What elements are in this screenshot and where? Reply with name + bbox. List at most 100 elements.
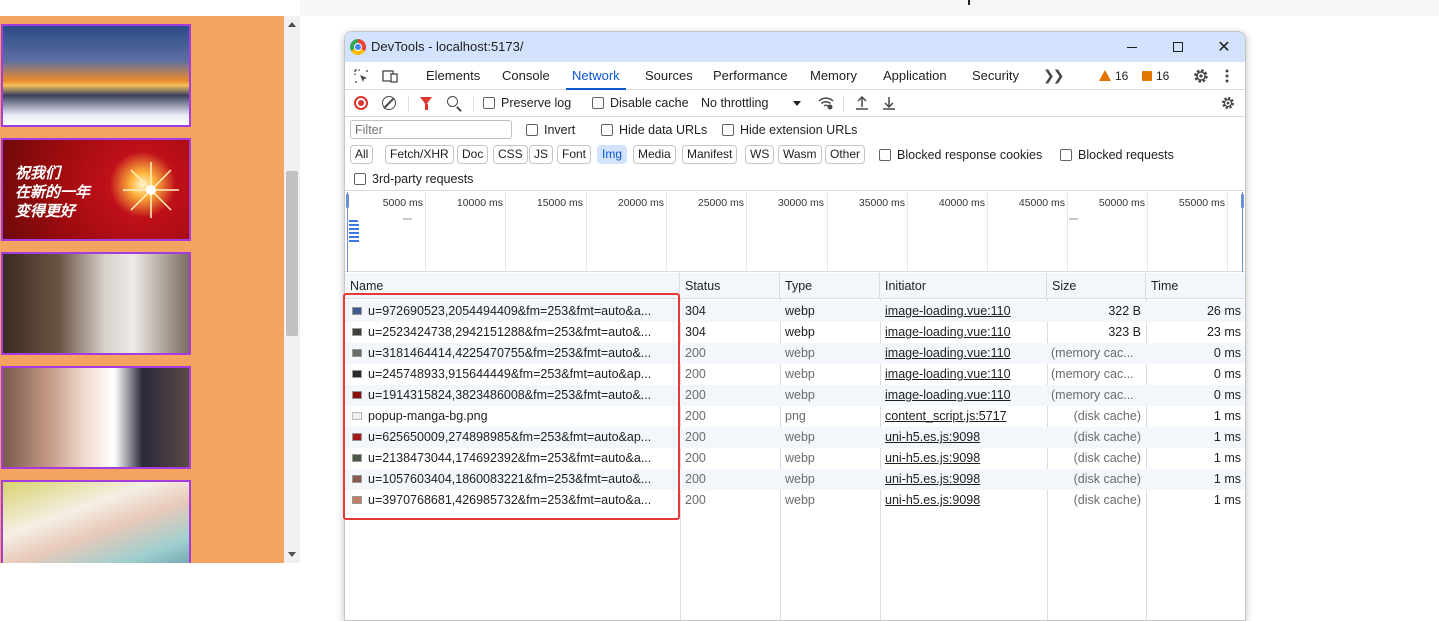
- table-row[interactable]: u=3181464414,4225470755&fm=253&fmt=auto&…: [345, 343, 1245, 364]
- type-chip-media[interactable]: Media: [633, 145, 676, 164]
- image-list-panel[interactable]: 祝我们 在新的一年 变得更好: [0, 16, 284, 563]
- table-header: Name Status Type Initiator Size Time: [345, 273, 1245, 299]
- cell-initiator[interactable]: image-loading.vue:110: [885, 301, 1043, 322]
- cell-type: webp: [785, 451, 815, 465]
- third-party-requests-checkbox[interactable]: 3rd-party requests: [354, 172, 473, 186]
- table-row[interactable]: u=2138473044,174692392&fm=253&fmt=auto&a…: [345, 448, 1245, 469]
- table-row[interactable]: popup-manga-bg.png 200 png content_script.j…: [345, 406, 1245, 427]
- table-row[interactable]: u=625650009,274898985&fm=253&fmt=auto&ap…: [345, 427, 1245, 448]
- thumbnail-new-year-banner[interactable]: 祝我们 在新的一年 变得更好: [1, 138, 191, 241]
- network-conditions-icon[interactable]: [817, 95, 835, 111]
- tab-performance[interactable]: Performance: [713, 62, 787, 89]
- scroll-down-arrow-icon[interactable]: [288, 552, 296, 557]
- cell-initiator[interactable]: content_script.js:5717: [885, 406, 1043, 427]
- filter-funnel-icon[interactable]: [420, 97, 432, 110]
- network-overview-timeline[interactable]: 5000 ms 10000 ms 15000 ms 20000 ms 25000…: [345, 192, 1245, 272]
- clear-log-icon[interactable]: [382, 96, 396, 110]
- invert-checkbox[interactable]: Invert: [526, 123, 575, 137]
- cell-status: 304: [685, 304, 706, 318]
- thumbnail-portrait-2[interactable]: [1, 366, 191, 469]
- table-row[interactable]: u=1057603404,1860083221&fm=253&fmt=auto&…: [345, 469, 1245, 490]
- network-settings-gear-icon[interactable]: [1220, 95, 1236, 111]
- overview-left-handle[interactable]: [346, 194, 349, 208]
- table-row[interactable]: u=3970768681,426985732&fm=253&fmt=auto&a…: [345, 490, 1245, 511]
- column-header-name[interactable]: Name: [345, 273, 680, 299]
- hide-extension-urls-checkbox[interactable]: Hide extension URLs: [722, 123, 857, 137]
- blocked-response-cookies-checkbox[interactable]: Blocked response cookies: [879, 148, 1042, 162]
- type-chip-ws[interactable]: WS: [745, 145, 775, 164]
- preserve-log-checkbox[interactable]: Preserve log: [483, 96, 571, 110]
- maximize-button[interactable]: [1155, 32, 1201, 62]
- tab-memory[interactable]: Memory: [810, 62, 857, 89]
- overview-right-handle[interactable]: [1241, 194, 1244, 208]
- search-icon[interactable]: [447, 96, 458, 107]
- scroll-up-arrow-icon[interactable]: [288, 22, 296, 27]
- settings-gear-icon[interactable]: [1192, 67, 1210, 85]
- thumbnail-snow-sunset[interactable]: [1, 24, 191, 127]
- type-chip-wasm[interactable]: Wasm: [778, 145, 822, 164]
- cell-initiator[interactable]: uni-h5.es.js:9098: [885, 490, 1043, 511]
- device-toolbar-icon[interactable]: [382, 68, 398, 84]
- type-chip-doc[interactable]: Doc: [457, 145, 489, 164]
- type-chip-font[interactable]: Font: [557, 145, 592, 164]
- column-header-time[interactable]: Time: [1146, 273, 1245, 299]
- column-header-type[interactable]: Type: [780, 273, 880, 299]
- table-row[interactable]: u=2523424738,2942151288&fm=253&fmt=auto&…: [345, 322, 1245, 343]
- disable-cache-checkbox[interactable]: Disable cache: [592, 96, 689, 110]
- tab-sources[interactable]: Sources: [645, 62, 693, 89]
- close-button[interactable]: ✕: [1201, 32, 1245, 62]
- devtools-window: DevTools - localhost:5173/ ✕ Elements Co…: [344, 31, 1246, 621]
- throttling-select[interactable]: No throttling: [701, 96, 768, 110]
- minimize-button[interactable]: [1109, 32, 1155, 62]
- tab-elements[interactable]: Elements: [426, 62, 480, 89]
- cell-initiator[interactable]: image-loading.vue:110: [885, 364, 1043, 385]
- inspect-element-icon[interactable]: [353, 68, 369, 84]
- more-tabs-chevron-icon[interactable]: ❯❯: [1043, 67, 1065, 84]
- devtools-tabs-bar: Elements Console Network Sources Perform…: [345, 62, 1245, 90]
- tab-network[interactable]: Network: [566, 62, 626, 90]
- type-chip-css[interactable]: CSS: [493, 145, 528, 164]
- cell-name: u=245748933,915644449&fm=253&fmt=auto&ap…: [368, 367, 652, 381]
- tab-security[interactable]: Security: [972, 62, 1019, 89]
- tab-console[interactable]: Console: [502, 62, 550, 89]
- type-chip-other[interactable]: Other: [825, 145, 866, 164]
- chevron-down-icon[interactable]: [793, 101, 801, 106]
- cell-initiator[interactable]: uni-h5.es.js:9098: [885, 448, 1043, 469]
- type-chip-js[interactable]: JS: [529, 145, 554, 164]
- overview-tick-label: 35000 ms: [858, 197, 905, 209]
- cell-initiator[interactable]: uni-h5.es.js:9098: [885, 427, 1043, 448]
- cell-initiator[interactable]: image-loading.vue:110: [885, 322, 1043, 343]
- filter-input[interactable]: [350, 120, 512, 139]
- network-toolbar: Preserve log Disable cache No throttling: [345, 90, 1245, 117]
- column-header-size[interactable]: Size: [1047, 273, 1146, 299]
- table-row[interactable]: u=1914315824,3823486008&fm=253&fmt=auto&…: [345, 385, 1245, 406]
- column-header-status[interactable]: Status: [680, 273, 780, 299]
- cell-initiator[interactable]: image-loading.vue:110: [885, 385, 1043, 406]
- thumbnail-portrait-3[interactable]: [1, 480, 191, 563]
- record-stop-icon[interactable]: [354, 96, 368, 110]
- type-chip-fetch-xhr[interactable]: Fetch/XHR: [385, 145, 454, 164]
- page-scrollbar[interactable]: [284, 16, 300, 563]
- table-row[interactable]: u=245748933,915644449&fm=253&fmt=auto&ap…: [345, 364, 1245, 385]
- image-file-icon: [352, 475, 362, 483]
- tab-application[interactable]: Application: [883, 62, 947, 89]
- more-options-icon[interactable]: [1225, 68, 1229, 84]
- hide-data-urls-checkbox[interactable]: Hide data URLs: [601, 123, 707, 137]
- type-chip-manifest[interactable]: Manifest: [682, 145, 738, 164]
- window-titlebar[interactable]: DevTools - localhost:5173/ ✕: [345, 32, 1245, 62]
- import-har-icon[interactable]: [855, 95, 869, 111]
- issues-badge[interactable]: 16: [1142, 69, 1169, 83]
- cell-status: 200: [685, 388, 706, 402]
- cell-initiator[interactable]: image-loading.vue:110: [885, 343, 1043, 364]
- table-row[interactable]: u=972690523,2054494409&fm=253&fmt=auto&a…: [345, 301, 1245, 322]
- type-chip-img[interactable]: Img: [597, 145, 628, 164]
- blocked-requests-checkbox[interactable]: Blocked requests: [1060, 148, 1174, 162]
- cell-initiator[interactable]: uni-h5.es.js:9098: [885, 469, 1043, 490]
- column-header-initiator[interactable]: Initiator: [880, 273, 1047, 299]
- export-har-icon[interactable]: [882, 95, 896, 111]
- thumbnail-portrait-1[interactable]: [1, 252, 191, 355]
- type-chip-all[interactable]: All: [350, 145, 374, 164]
- warnings-badge[interactable]: 16: [1099, 69, 1128, 83]
- scrollbar-thumb[interactable]: [286, 171, 298, 336]
- cell-type: webp: [785, 346, 815, 360]
